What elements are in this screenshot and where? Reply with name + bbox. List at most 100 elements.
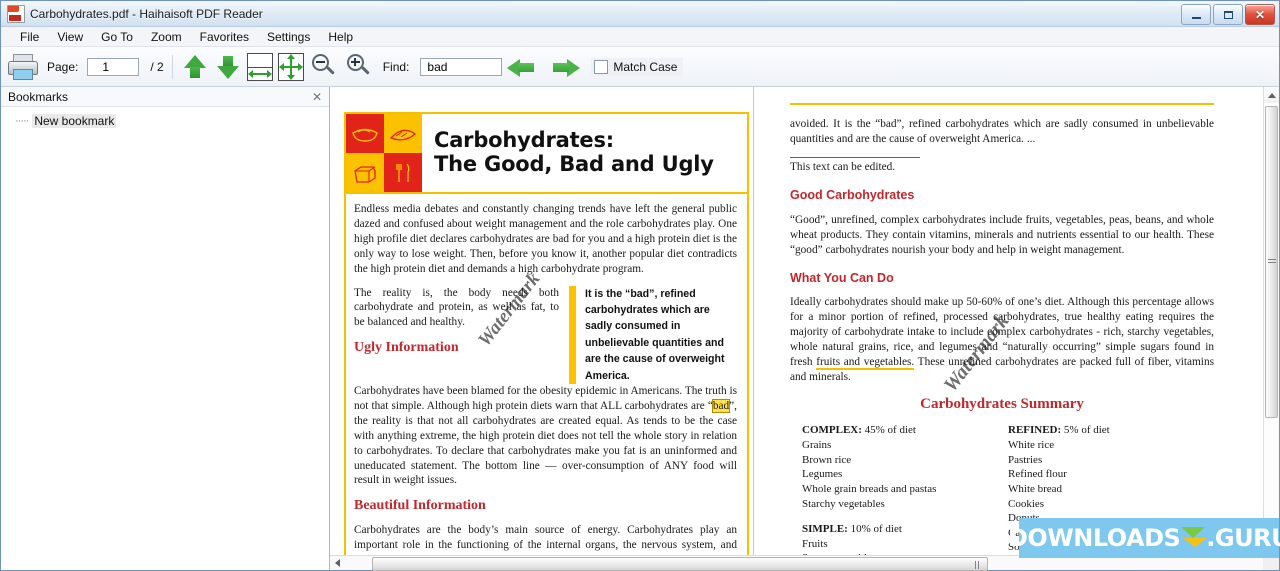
maximize-button[interactable] (1213, 4, 1243, 25)
document-frame: Carbohydrates: The Good, Bad and Ugly En… (344, 112, 749, 555)
scroll-up-button[interactable] (1264, 87, 1279, 103)
citrus-icon-tile (384, 114, 422, 153)
match-case-checkbox[interactable] (594, 59, 609, 74)
simple-percent: 10% of diet (847, 523, 902, 536)
menu-bar: File View Go To Zoom Favorites Settings … (1, 27, 1279, 47)
ugly-paragraph: Carbohydrates have been blamed for the o… (354, 384, 737, 488)
list-item[interactable]: ····· New bookmark (15, 114, 329, 128)
bookmarks-panel: Bookmarks ✕ ····· New bookmark (1, 87, 330, 570)
list-item: Grains (802, 439, 832, 451)
grip-icon (975, 561, 981, 569)
menu-favorites[interactable]: Favorites (191, 28, 258, 46)
list-item: Whole grain breads and pastas (802, 482, 937, 495)
pull-quote-callout: It is the “bad”, refined carbohydrates w… (569, 285, 737, 384)
vertical-scrollbar-thumb[interactable] (1265, 106, 1278, 418)
what-paragraph: Ideally carbohydrates should make up 50-… (790, 295, 1214, 385)
reality-callout-row: The reality is, the body needs both carb… (354, 285, 737, 384)
summary-column-left: COMPLEX: 45% of diet Grains Brown rice L… (802, 423, 1008, 555)
simple-header: SIMPLE: (802, 523, 848, 536)
list-item: Legumes (802, 468, 843, 481)
close-icon: ✕ (1254, 7, 1266, 22)
grip-icon (1267, 259, 1276, 265)
match-case-option[interactable]: Match Case (591, 57, 684, 76)
previous-page-button[interactable] (181, 52, 209, 82)
close-icon[interactable]: ✕ (312, 90, 322, 104)
page-input[interactable]: 1 (87, 57, 140, 76)
window-controls: ✕ (1181, 4, 1275, 25)
complex-header-row: COMPLEX: 45% of diet (802, 423, 1008, 438)
title-line-2: The Good, Bad and Ugly (434, 152, 714, 176)
application-window: Carbohydrates.pdf - Haihaisoft PDF Reade… (0, 0, 1280, 571)
continued-paragraph: avoided. It is the “bad”, refined carboh… (790, 118, 1214, 146)
minus-glyph (315, 60, 325, 63)
menu-view[interactable]: View (48, 28, 92, 46)
fit-width-icon (247, 69, 272, 78)
editable-note-rule (790, 157, 920, 159)
complex-percent: 45% of diet (861, 424, 916, 437)
pages-container: Carbohydrates: The Good, Bad and Ugly En… (330, 87, 1263, 555)
fit-width-divider (247, 66, 272, 68)
top-rule (790, 103, 1214, 105)
page-gap (754, 87, 766, 555)
ugly-information-heading: Ugly Information (354, 340, 459, 356)
main-area: Bookmarks ✕ ····· New bookmark Carbohydr… (1, 87, 1280, 571)
list-item: White rice (1008, 439, 1055, 451)
arrow-up-stem (189, 66, 200, 78)
bookmarks-title: Bookmarks (8, 89, 69, 104)
simple-header-row: SIMPLE: 10% of diet (802, 522, 1008, 537)
good-paragraph: “Good”, unrefined, complex carbohydrates… (790, 213, 1214, 256)
complex-header: COMPLEX: (802, 424, 862, 437)
close-button[interactable]: ✕ (1245, 4, 1275, 25)
printer-icon[interactable] (7, 53, 38, 81)
list-item: Brown rice (802, 453, 852, 466)
beautiful-paragraph: Carbohydrates are the body’s main source… (354, 523, 737, 555)
ugly-text-a: Carbohydrates have been blamed for the o… (354, 384, 737, 412)
intro-paragraph: Endless media debates and constantly cha… (354, 203, 737, 275)
summary-spacer (802, 511, 1008, 522)
tree-dash-icon: ····· (15, 115, 29, 127)
refined-percent: 5% of diet (1061, 424, 1110, 437)
maximize-icon (1223, 10, 1233, 19)
menu-goto[interactable]: Go To (92, 28, 142, 46)
citrus-slice-icon (389, 129, 417, 140)
match-case-label: Match Case (613, 59, 678, 74)
vertical-scrollbar[interactable] (1263, 87, 1279, 555)
arrow-right-stem (553, 62, 570, 72)
scroll-left-button[interactable] (330, 556, 345, 571)
find-input[interactable]: bad (420, 57, 503, 76)
page-2: avoided. It is the “bad”, refined carboh… (766, 87, 1236, 555)
menu-file[interactable]: File (11, 28, 48, 46)
zoom-in-button[interactable] (344, 52, 374, 82)
badge-text: DOWNLOADS .GURU (1008, 524, 1280, 552)
page-label: Page: (47, 59, 79, 74)
minimize-button[interactable] (1181, 4, 1211, 25)
editable-note: This text can be edited. (790, 161, 896, 174)
next-page-button[interactable] (214, 52, 242, 82)
menu-zoom[interactable]: Zoom (142, 28, 191, 46)
ugly-text-b: ”, the reality is that not all carbohydr… (354, 399, 737, 487)
horizontal-scrollbar-thumb[interactable] (372, 557, 988, 571)
menu-help[interactable]: Help (319, 28, 362, 46)
fit-page-button[interactable] (277, 52, 304, 81)
document-viewer[interactable]: Carbohydrates: The Good, Bad and Ugly En… (330, 87, 1280, 571)
bread-icon-tile (346, 153, 384, 192)
fit-width-button[interactable] (246, 52, 273, 81)
find-next-button[interactable] (546, 54, 581, 80)
zoom-out-button[interactable] (309, 52, 339, 82)
beautiful-information-heading: Beautiful Information (354, 498, 486, 514)
what-you-can-do-heading: What You Can Do (790, 270, 894, 285)
list-item: Refined flour (1008, 468, 1067, 481)
find-previous-button[interactable] (507, 54, 541, 80)
bookmark-label: New bookmark (32, 114, 117, 128)
bowl-icon-tile (346, 114, 384, 153)
bread-loaf-icon (354, 165, 376, 183)
menu-settings[interactable]: Settings (258, 28, 319, 46)
scroll-left-icon (335, 559, 340, 567)
page-1: Carbohydrates: The Good, Bad and Ugly En… (330, 87, 754, 555)
magnifier-handle (360, 65, 370, 75)
list-item: Cookies (1008, 497, 1045, 510)
download-arrow-green (1181, 527, 1206, 538)
find-label: Find: (382, 59, 410, 74)
printer-output (13, 68, 33, 80)
right-page-body: avoided. It is the “bad”, refined carboh… (766, 87, 1236, 555)
